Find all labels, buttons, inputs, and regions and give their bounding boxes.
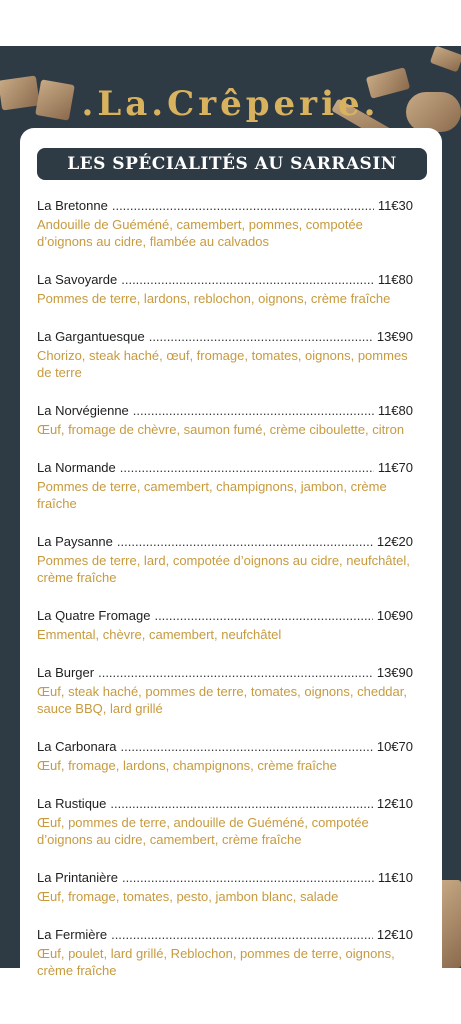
menu-item: La Burger 13€90 Œuf, steak haché, pommes d…	[37, 665, 413, 717]
menu-item-price: 11€30	[377, 198, 413, 213]
menu-item-name: La Norvégienne	[37, 403, 129, 418]
menu-item-row: La Rustique 12€10	[37, 796, 413, 812]
menu-item: La Normande 11€70 Pommes de terre, camembe…	[37, 460, 413, 512]
menu-item-price: 12€10	[376, 927, 413, 942]
dot-leader	[121, 272, 374, 288]
menu-item: La Gargantuesque 13€90 Chorizo, steak hach…	[37, 329, 413, 381]
menu-item-row: La Burger 13€90	[37, 665, 413, 681]
menu-item-price: 13€90	[376, 329, 413, 344]
menu-item-row: La Normande 11€70	[37, 460, 413, 476]
menu-item-name: La Paysanne	[37, 534, 113, 549]
menu-item-description: Œuf, fromage, tomates, pesto, jambon bla…	[37, 889, 339, 904]
menu-item-description: Œuf, steak haché, pommes de terre, tomat…	[37, 684, 407, 716]
menu-item-price: 11€80	[377, 403, 413, 418]
section-banner: LES SPÉCIALITÉS AU SARRASIN	[37, 148, 427, 180]
menu-item: La Rustique 12€10 Œuf, pommes de terre, an…	[37, 796, 413, 848]
menu-item: La Quatre Fromage 10€90 Emmental, chèvre, …	[37, 608, 413, 643]
menu-item: La Paysanne 12€20 Pommes de terre, lard, c…	[37, 534, 413, 586]
dot-leader	[133, 403, 374, 419]
menu-item-description: Œuf, fromage, lardons, champignons, crèm…	[37, 758, 337, 773]
menu-item-row: La Fermière 12€10	[37, 927, 413, 943]
dot-leader	[117, 534, 373, 550]
dot-leader	[121, 739, 373, 755]
menu-item: La Printanière 11€10 Œuf, fromage, tomates…	[37, 870, 413, 905]
menu-item: La Carbonara 10€70 Œuf, fromage, lardons, …	[37, 739, 413, 774]
menu-item-name: La Savoyarde	[37, 272, 118, 287]
menu-item-name: La Rustique	[37, 796, 107, 811]
menu-item-price: 11€10	[377, 870, 413, 885]
dot-leader	[98, 665, 373, 681]
dot-leader	[112, 198, 374, 214]
dot-leader	[122, 870, 374, 886]
menu-item-price: 12€20	[376, 534, 413, 549]
menu-item-description: Pommes de terre, lard, compotée d’oignon…	[37, 553, 410, 585]
menu-item-row: La Quatre Fromage 10€90	[37, 608, 413, 624]
dot-leader	[110, 796, 372, 812]
menu-item-name: La Gargantuesque	[37, 329, 145, 344]
menu-item: La Fermière 12€10 Œuf, poulet, lard grillé…	[37, 927, 413, 979]
menu-item-price: 10€70	[376, 739, 413, 754]
menu-item-row: La Savoyarde 11€80	[37, 272, 413, 288]
menu-item-price: 10€90	[376, 608, 413, 623]
menu-item-price: 12€10	[376, 796, 413, 811]
menu-item: La Savoyarde 11€80 Pommes de terre, lardon…	[37, 272, 413, 307]
menu-item-price: 11€80	[377, 272, 413, 287]
menu-item-name: La Bretonne	[37, 198, 108, 213]
menu-item-description: Andouille de Guéméné, camembert, pommes,…	[37, 217, 363, 249]
dot-leader	[111, 927, 373, 943]
restaurant-title: .La.Crêperie.	[81, 84, 380, 124]
menu-item-row: La Carbonara 10€70	[37, 739, 413, 755]
menu-item-row: La Bretonne 11€30	[37, 198, 413, 214]
menu-item: La Bretonne 11€30 Andouille de Guéméné, ca…	[37, 198, 413, 250]
menu-item-description: Œuf, poulet, lard grillé, Reblochon, pom…	[37, 946, 395, 978]
menu-item: La Norvégienne 11€80 Œuf, fromage de chèvr…	[37, 403, 413, 438]
menu-item-row: La Paysanne 12€20	[37, 534, 413, 550]
menu-list: La Bretonne 11€30 Andouille de Guéméné, ca…	[37, 198, 413, 1001]
dot-leader	[120, 460, 374, 476]
menu-item-description: Chorizo, steak haché, œuf, fromage, toma…	[37, 348, 408, 380]
menu-item-description: Œuf, fromage de chèvre, saumon fumé, crè…	[37, 422, 405, 437]
menu-item-row: La Norvégienne 11€80	[37, 403, 413, 419]
menu-item-row: La Printanière 11€10	[37, 870, 413, 886]
menu-item-description: Œuf, pommes de terre, andouille de Guémé…	[37, 815, 369, 847]
menu-item-name: La Burger	[37, 665, 95, 680]
menu-item-name: La Fermière	[37, 927, 108, 942]
menu-item-name: La Normande	[37, 460, 116, 475]
menu-item-description: Pommes de terre, camembert, champignons,…	[37, 479, 387, 511]
menu-item-name: La Quatre Fromage	[37, 608, 151, 623]
menu-item-name: La Carbonara	[37, 739, 117, 754]
menu-item-price: 11€70	[377, 460, 413, 475]
menu-item-row: La Gargantuesque 13€90	[37, 329, 413, 345]
dot-leader	[149, 329, 373, 345]
menu-item-description: Emmental, chèvre, camembert, neufchâtel	[37, 627, 282, 642]
menu-item-description: Pommes de terre, lardons, reblochon, oig…	[37, 291, 391, 306]
dot-leader	[154, 608, 372, 624]
menu-item-price: 13€90	[376, 665, 413, 680]
menu-item-name: La Printanière	[37, 870, 118, 885]
